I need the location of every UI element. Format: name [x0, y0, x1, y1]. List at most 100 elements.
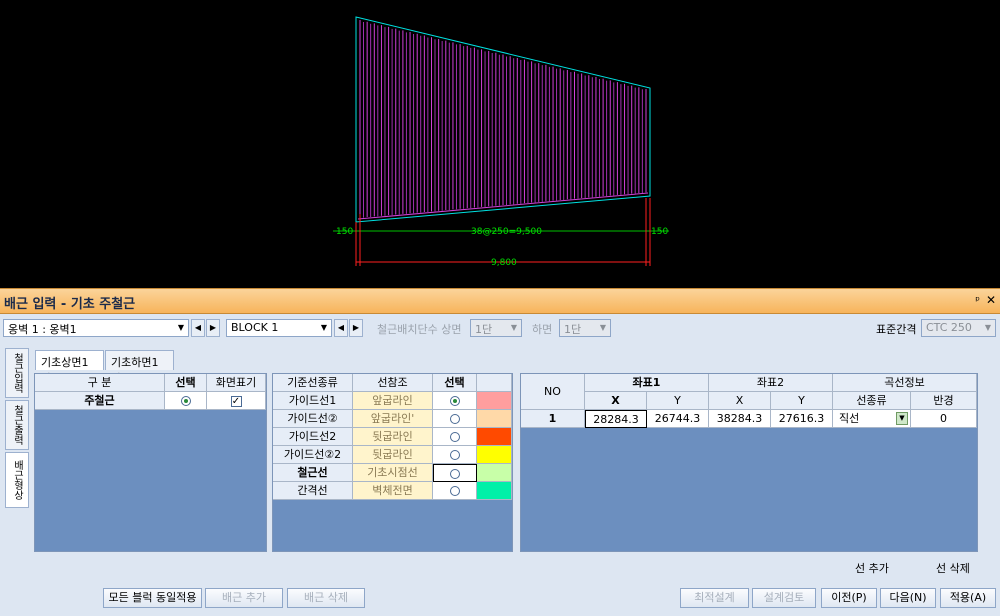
layer-bottom-select[interactable]: 1단 ▼	[559, 319, 611, 337]
dim-total: 9,800	[491, 258, 517, 268]
select-radio-cell[interactable]	[433, 410, 477, 428]
tab-footing-top-1[interactable]: 기초상면1단	[35, 350, 104, 385]
pin-icon[interactable]: ᵖ	[975, 294, 980, 307]
line-type-cell: 가이드선2	[273, 428, 353, 446]
layer-bottom-label: 하면	[532, 323, 553, 336]
side-tab-rebar-output[interactable]: 철근출력	[5, 400, 29, 450]
side-tab-rebar-shape[interactable]: 배근형상	[5, 452, 29, 508]
select-radio-cell[interactable]	[433, 482, 477, 500]
cell-line-kind[interactable]: 직선 ▼	[833, 410, 911, 428]
cell-radius[interactable]: 0	[911, 410, 977, 428]
radio-selected-icon[interactable]	[449, 396, 460, 406]
close-icon[interactable]: ✕	[986, 293, 996, 307]
table-row[interactable]: 가이드선1 앞굽라인	[273, 392, 512, 410]
rebar-lines	[357, 19, 649, 220]
radio-icon[interactable]	[449, 432, 460, 442]
table-row[interactable]: 1 28284.3 26744.3 38284.3 27616.3 직선 ▼ 0	[521, 410, 977, 428]
layer-top-label: 철근배치단수 상면	[377, 323, 462, 336]
radio-icon[interactable]	[449, 450, 460, 460]
grid-header-row: 구 분 선택 화면표기	[35, 374, 266, 392]
panel-title: 배근 입력 - 기초 주철근	[4, 297, 136, 312]
radio-icon[interactable]	[449, 414, 460, 424]
line-ref-cell[interactable]: 앞굽라인	[353, 392, 433, 410]
chevron-down-icon: ▼	[177, 323, 185, 332]
line-color-swatch[interactable]	[477, 482, 512, 500]
radio-selected-icon[interactable]	[180, 396, 191, 406]
line-color-swatch[interactable]	[477, 392, 512, 410]
line-ref-cell[interactable]: 뒷굽라인	[353, 428, 433, 446]
block-prev-button[interactable]: ◀	[334, 319, 348, 337]
chevron-down-icon: ▼	[984, 323, 992, 332]
next-button[interactable]: 다음(N)	[880, 588, 936, 608]
delete-rebar-button[interactable]: 배근 삭제	[287, 588, 365, 608]
table-row[interactable]: 주철근 ✓	[35, 392, 266, 410]
select-radio-cell[interactable]	[433, 392, 477, 410]
cell-x1[interactable]: 28284.3	[585, 410, 647, 428]
select-radio-cell[interactable]	[433, 428, 477, 446]
std-spacing-label: 표준간격	[876, 323, 917, 336]
chevron-down-icon: ▼	[599, 323, 607, 332]
std-spacing-select[interactable]: CTC 250 ▼	[921, 319, 996, 337]
radio-icon[interactable]	[450, 469, 460, 479]
table-row[interactable]: 간격선 벽체전면	[273, 482, 512, 500]
cell-y1[interactable]: 26744.3	[647, 410, 709, 428]
wall-prev-button[interactable]: ◀	[191, 319, 205, 337]
line-ref-cell[interactable]: 뒷굽라인	[353, 446, 433, 464]
side-tab-label: 배근형상	[11, 460, 23, 500]
cad-drawing-canvas[interactable]: 150 38@250=9,500 150 9,800	[0, 0, 1000, 286]
line-type-cell: 가이드선②	[273, 410, 353, 428]
radio-icon[interactable]	[449, 486, 460, 496]
col-header-y2: Y	[771, 392, 833, 410]
panel-titlebar[interactable]: 배근 입력 - 기초 주철근 ᵖ ✕	[0, 288, 1000, 314]
cell-y2[interactable]: 27616.3	[771, 410, 833, 428]
select-radio-cell[interactable]	[433, 464, 477, 482]
block-select-value: BLOCK 1	[231, 321, 279, 334]
line-ref-cell[interactable]: 벽체전면	[353, 482, 433, 500]
std-spacing-value: CTC 250	[926, 321, 972, 334]
side-tab-rebar-input[interactable]: 철근입력	[5, 348, 29, 398]
col-group-curve: 곡선정보 선종류 반경	[833, 374, 977, 410]
line-ref-cell[interactable]: 기초시점선	[353, 464, 433, 482]
table-row[interactable]: 가이드선②2 뒷굽라인	[273, 446, 512, 464]
block-next-button[interactable]: ▶	[349, 319, 363, 337]
dim-left-cover: 150	[336, 227, 353, 237]
prev-button[interactable]: 이전(P)	[821, 588, 877, 608]
design-review-button[interactable]: 설계검토	[752, 588, 816, 608]
apply-all-blocks-button[interactable]: 모든 블럭 동일적용	[103, 588, 202, 608]
grid-header-row: 기준선종류 선참조 선택	[273, 374, 512, 392]
line-color-swatch[interactable]	[477, 410, 512, 428]
col-header-visible: 화면표기	[207, 374, 266, 392]
line-color-swatch[interactable]	[477, 464, 512, 482]
select-radio-cell[interactable]	[433, 446, 477, 464]
optimize-button[interactable]: 최적설계	[680, 588, 749, 608]
grid-header-row: NO 좌표1 X Y 좌표2 X Y 곡선정보 선종류 반경	[521, 374, 977, 410]
wall-select[interactable]: 옹벽 1 : 옹벽1 ▼	[3, 319, 189, 337]
table-row[interactable]: 철근선 기초시점선	[273, 464, 512, 482]
apply-button[interactable]: 적용(A)	[940, 588, 996, 608]
line-type-cell: 철근선	[273, 464, 353, 482]
table-row[interactable]: 가이드선② 앞굽라인'	[273, 410, 512, 428]
line-ref-cell[interactable]: 앞굽라인'	[353, 410, 433, 428]
cell-x2[interactable]: 38284.3	[709, 410, 771, 428]
wall-next-button[interactable]: ▶	[206, 319, 220, 337]
checkbox-checked-icon[interactable]: ✓	[230, 395, 242, 407]
layer-top-select[interactable]: 1단 ▼	[470, 319, 522, 337]
select-radio-cell[interactable]	[165, 392, 207, 410]
table-row[interactable]: 가이드선2 뒷굽라인	[273, 428, 512, 446]
row-name: 주철근	[35, 392, 165, 410]
guide-line-grid: 기준선종류 선참조 선택 가이드선1 앞굽라인 가이드선② 앞굽라인' 가이드선2 뒷굽라…	[272, 373, 513, 552]
visible-check-cell[interactable]: ✓	[207, 392, 266, 410]
tab-footing-bottom-1[interactable]: 기초하면1단	[105, 350, 174, 385]
add-line-link[interactable]: 선 추가	[855, 560, 889, 576]
chevron-down-icon[interactable]: ▼	[896, 412, 908, 425]
side-tab-label: 철근출력	[11, 405, 23, 445]
col-header-select: 선택	[165, 374, 207, 392]
line-color-swatch[interactable]	[477, 428, 512, 446]
line-color-swatch[interactable]	[477, 446, 512, 464]
col-header-line-type: 기준선종류	[273, 374, 353, 392]
col-group-coord1: 좌표1 X Y	[585, 374, 709, 410]
rebar-input-panel: 배근 입력 - 기초 주철근 ᵖ ✕ 옹벽 1 : 옹벽1 ▼ ◀ ▶ BLOC…	[0, 288, 1000, 616]
block-select[interactable]: BLOCK 1 ▼	[226, 319, 332, 337]
add-rebar-button[interactable]: 배근 추가	[205, 588, 283, 608]
delete-line-link[interactable]: 선 삭제	[936, 560, 970, 576]
